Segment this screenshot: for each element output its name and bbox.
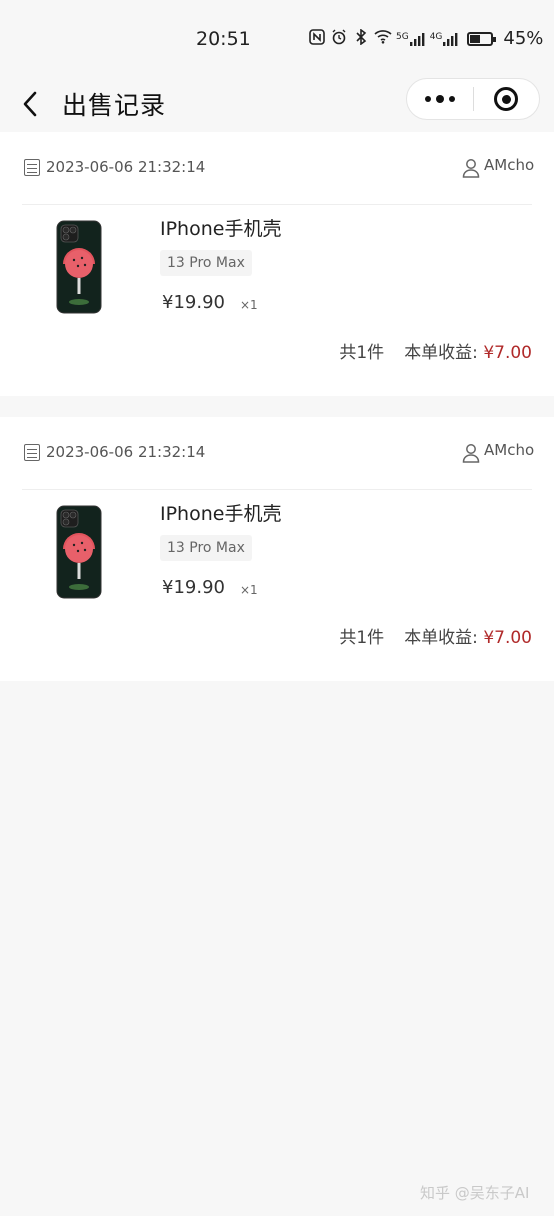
target-icon (494, 87, 519, 111)
earnings-value: ¥7.00 (483, 343, 532, 363)
4g-label: 4G (429, 31, 443, 42)
user-icon (462, 159, 480, 178)
sku-tag: 13 Pro Max (160, 535, 252, 561)
more-dot-icon (424, 96, 431, 102)
order-user: AMcho (484, 156, 535, 174)
calendar-icon (24, 159, 40, 176)
mini-program-capsule (406, 78, 540, 120)
user-icon (462, 444, 480, 463)
order-summary: 共1件 本单收益: ¥7.00 (339, 338, 532, 363)
earnings-label: 本单收益: (404, 343, 478, 363)
order-summary: 共1件 本单收益: ¥7.00 (339, 623, 532, 648)
chevron-left-icon (23, 91, 37, 117)
back-button[interactable] (14, 84, 46, 124)
battery-fill (470, 34, 481, 43)
earnings-value: ¥7.00 (483, 628, 532, 648)
divider (22, 489, 532, 490)
bluetooth-icon (352, 27, 370, 49)
order-date: 2023-06-06 21:32:14 (46, 158, 206, 176)
more-button[interactable] (407, 78, 473, 120)
nav-bar: 出售记录 (0, 78, 554, 132)
more-dot-icon (435, 95, 444, 103)
status-icons: 5G 4G 45% (308, 27, 544, 49)
status-bar: 20:51 5G 4G 45% (0, 0, 554, 78)
divider (22, 204, 532, 205)
order-date: 2023-06-06 21:32:14 (46, 443, 206, 461)
battery-icon (467, 31, 497, 46)
battery-percent: 45% (503, 28, 544, 49)
product-image[interactable] (55, 505, 103, 599)
product-price: ¥19.90 (162, 577, 225, 598)
earnings-label: 本单收益: (404, 628, 478, 648)
order-card[interactable]: 2023-06-06 21:32:14 AMcho IPhone手机壳 13 P… (0, 417, 554, 681)
product-quantity: ×1 (240, 298, 258, 312)
product-price: ¥19.90 (162, 292, 225, 313)
nfc-icon (308, 28, 326, 49)
product-name[interactable]: IPhone手机壳 (160, 214, 281, 241)
order-header: 2023-06-06 21:32:14 AMcho (24, 441, 535, 463)
item-count: 共1件 (339, 343, 385, 363)
order-header: 2023-06-06 21:32:14 AMcho (24, 156, 535, 178)
order-card[interactable]: 2023-06-06 21:32:14 AMcho IPhone手机壳 13 P… (0, 132, 554, 396)
calendar-icon (24, 444, 40, 461)
page-title: 出售记录 (62, 91, 167, 120)
watermark: 知乎 @吴东子AI (420, 1184, 530, 1202)
product-quantity: ×1 (240, 583, 258, 597)
product-name[interactable]: IPhone手机壳 (160, 499, 281, 526)
wifi-icon (374, 29, 392, 48)
order-user: AMcho (484, 441, 535, 459)
4g-signal-icon: 4G (430, 32, 460, 46)
sku-tag: 13 Pro Max (160, 250, 252, 276)
item-count: 共1件 (339, 628, 385, 648)
earnings: 本单收益: ¥7.00 (404, 338, 532, 363)
close-mini-program-button[interactable] (474, 78, 540, 120)
alarm-icon (330, 29, 348, 49)
product-image[interactable] (55, 220, 103, 314)
more-dot-icon (448, 96, 455, 102)
5g-signal-icon: 5G (396, 32, 426, 46)
earnings: 本单收益: ¥7.00 (404, 623, 532, 648)
status-time: 20:51 (196, 28, 251, 50)
5g-label: 5G (396, 31, 409, 42)
